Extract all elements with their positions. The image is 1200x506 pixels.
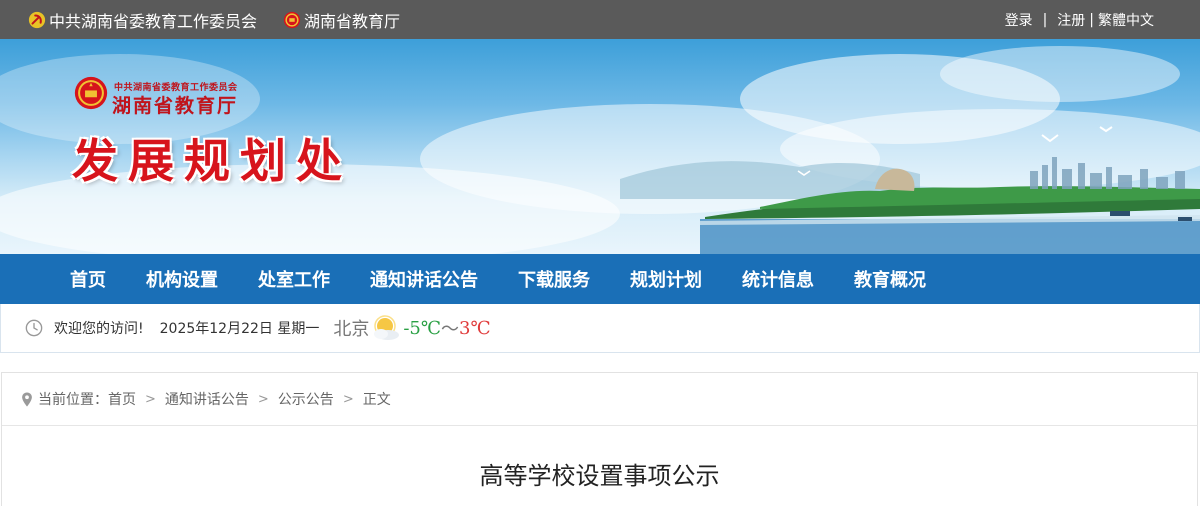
temperature-range-separator: ～ [441, 319, 460, 340]
temperature-high: 3℃ [459, 317, 491, 339]
main-nav: 首页 机构设置 处室工作 通知讲话公告 下载服务 规划计划 统计信息 教育概况 [0, 254, 1200, 304]
clock-icon [25, 319, 43, 337]
party-emblem-icon [28, 11, 46, 28]
account-links: 登录 | 注册 | 繁體中文 [1005, 0, 1154, 39]
header-banner: 中共湖南省委教育工作委员会 湖南省教育厅 发展规划处 [0, 39, 1200, 254]
temperature-low: -5℃ [403, 317, 442, 339]
welcome-bar: 欢迎您的访问! 2025年12月22日 星期一 北京 -5℃ ～ 3℃ [0, 304, 1200, 353]
breadcrumb-item-home[interactable]: 首页 [108, 389, 136, 409]
national-emblem-icon [74, 76, 108, 110]
breadcrumb-item-announcements[interactable]: 公示公告 [278, 389, 334, 409]
login-link[interactable]: 登录 [1005, 10, 1033, 30]
chevron-right-icon: > [342, 391, 354, 407]
separator: | [1089, 11, 1094, 28]
chevron-right-icon: > [257, 391, 269, 407]
weather-city: 北京 [333, 319, 370, 340]
nav-item-statistics[interactable]: 统计信息 [722, 254, 834, 304]
breadcrumb-item-current: 正文 [362, 392, 391, 408]
nav-item-plans[interactable]: 规划计划 [610, 254, 722, 304]
breadcrumb-item-notices[interactable]: 通知讲话公告 [165, 389, 249, 409]
banner-dept-name: 湖南省教育厅 [112, 95, 239, 117]
nav-item-office-work[interactable]: 处室工作 [238, 254, 350, 304]
site-title: 发展规划处 [72, 134, 352, 188]
breadcrumb-label: 当前位置： [38, 392, 108, 408]
traditional-chinese-link[interactable]: 繁體中文 [1098, 10, 1154, 30]
breadcrumb: 当前位置： 首页 > 通知讲话公告 > 公示公告 > 正文 [2, 373, 1197, 426]
nav-item-home[interactable]: 首页 [50, 254, 126, 304]
article-title: 高等学校设置事项公示 [479, 462, 720, 490]
org-link-education-dept[interactable]: 湖南省教育厅 [283, 0, 400, 39]
weather-sun-cloud-icon [374, 315, 400, 340]
nav-item-notices[interactable]: 通知讲话公告 [350, 254, 498, 304]
welcome-text: 欢迎您的访问! [54, 321, 144, 337]
national-emblem-icon [283, 11, 301, 28]
nav-item-organization[interactable]: 机构设置 [126, 254, 238, 304]
org-label-education-dept: 湖南省教育厅 [304, 11, 401, 31]
current-date: 2025年12月22日 星期一 [159, 321, 320, 337]
org-label-party-committee: 中共湖南省委教育工作委员会 [49, 11, 258, 31]
nav-item-downloads[interactable]: 下载服务 [498, 254, 610, 304]
article-panel: 当前位置： 首页 > 通知讲话公告 > 公示公告 > 正文 高等学校设置事项公示 [1, 372, 1198, 506]
separator: | [1042, 11, 1048, 28]
chevron-right-icon: > [145, 391, 156, 407]
register-link[interactable]: 注册 [1057, 10, 1085, 30]
location-pin-icon [22, 391, 32, 407]
org-link-party-committee[interactable]: 中共湖南省委教育工作委员会 [28, 0, 257, 39]
top-bar: 中共湖南省委教育工作委员会 湖南省教育厅 登录 | 注册 | 繁體中文 [0, 0, 1200, 39]
nav-item-education-overview[interactable]: 教育概况 [834, 254, 946, 304]
